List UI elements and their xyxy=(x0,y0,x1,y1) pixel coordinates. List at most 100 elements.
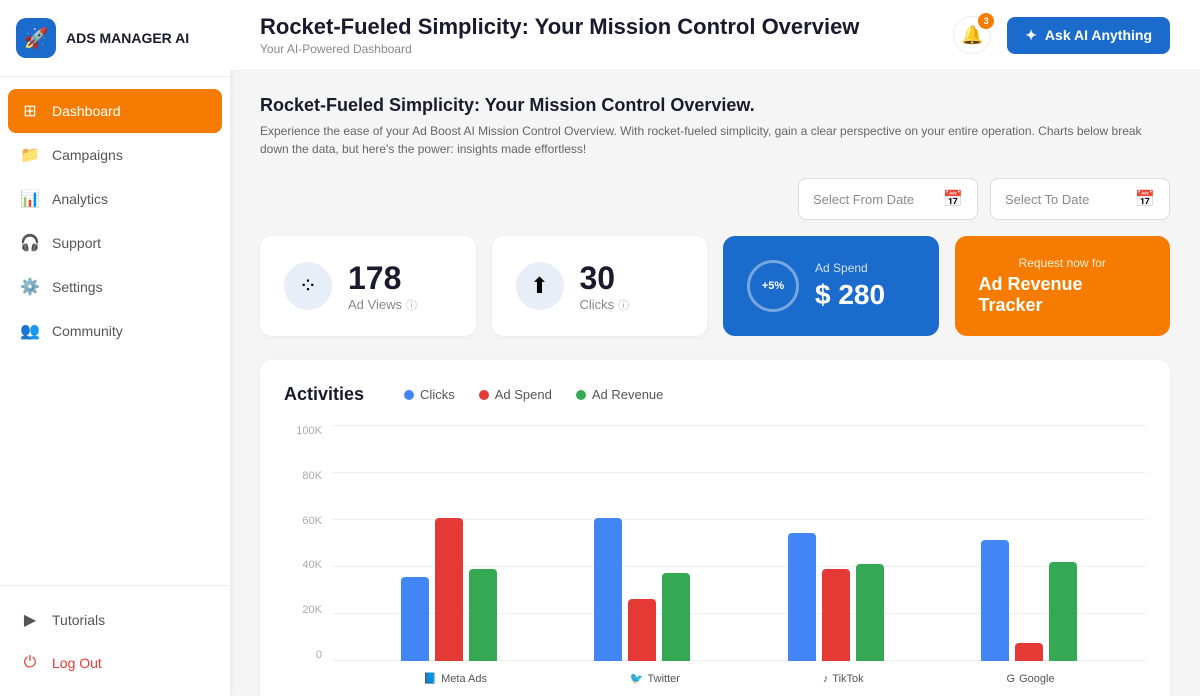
support-icon: 🎧 xyxy=(20,233,40,253)
sidebar-label-analytics: Analytics xyxy=(52,191,108,207)
ad-views-info-icon[interactable]: ⓘ xyxy=(406,297,417,313)
sidebar-item-support[interactable]: 🎧 Support xyxy=(0,221,230,265)
activities-section: Activities Clicks Ad Spend Ad Revenue 10… xyxy=(260,360,1170,696)
logout-icon: ⏻ xyxy=(20,654,40,672)
sidebar: 🚀 ADS MANAGER AI ⊞ Dashboard 📁 Campaigns… xyxy=(0,0,230,696)
ad-revenue-title: Ad Revenue Tracker xyxy=(979,274,1147,316)
ask-ai-button[interactable]: ✦ Ask AI Anything xyxy=(1007,17,1170,54)
legend-dot-clicks xyxy=(404,390,414,400)
chart-y-labels: 100K 80K 60K 40K 20K 0 xyxy=(284,425,328,661)
sidebar-item-analytics[interactable]: 📊 Analytics xyxy=(0,177,230,221)
chart-x-labels: 📘 Meta Ads 🐦 Twitter ♪ TikTok G Google xyxy=(332,668,1146,685)
sidebar-item-campaigns[interactable]: 📁 Campaigns xyxy=(0,133,230,177)
to-date-label: Select To Date xyxy=(1005,192,1089,207)
legend-dot-adspend xyxy=(479,390,489,400)
sidebar-bottom: ▶ Tutorials ⏻ Log Out xyxy=(0,585,230,696)
calendar-icon-from: 📅 xyxy=(943,189,963,209)
date-row: Select From Date 📅 Select To Date 📅 xyxy=(260,178,1170,220)
sidebar-item-tutorials[interactable]: ▶ Tutorials xyxy=(0,598,230,642)
header-right: 🔔 3 ✦ Ask AI Anything xyxy=(953,16,1170,54)
ad-spend-label: Ad Spend xyxy=(815,261,885,275)
bar-clicks-0 xyxy=(401,577,429,661)
clicks-label: Clicks ⓘ xyxy=(580,297,630,313)
bar-adspend-0 xyxy=(435,518,463,661)
notification-button[interactable]: 🔔 3 xyxy=(953,16,991,54)
page-title: Rocket-Fueled Simplicity: Your Mission C… xyxy=(260,95,1170,116)
clicks-data: 30 Clicks ⓘ xyxy=(580,260,630,313)
sidebar-logo: 🚀 ADS MANAGER AI xyxy=(0,0,230,77)
sidebar-item-dashboard[interactable]: ⊞ Dashboard xyxy=(8,89,222,133)
ad-views-data: 178 Ad Views ⓘ xyxy=(348,260,417,313)
calendar-icon-to: 📅 xyxy=(1135,189,1155,209)
ad-views-value: 178 xyxy=(348,260,417,297)
bar-clicks-1 xyxy=(594,518,622,661)
bar-group-tiktok xyxy=(788,533,884,661)
ad-spend-badge: +5% xyxy=(762,280,784,292)
tutorials-icon: ▶ xyxy=(20,610,40,630)
ask-ai-icon: ✦ xyxy=(1025,27,1037,44)
x-label-google: G Google xyxy=(1007,672,1055,685)
ad-revenue-tracker-card[interactable]: Request now for Ad Revenue Tracker xyxy=(955,236,1171,336)
bar-clicks-3 xyxy=(981,540,1009,661)
sidebar-item-community[interactable]: 👥 Community xyxy=(0,309,230,353)
x-label-meta-ads: 📘 Meta Ads xyxy=(423,672,487,685)
bar-group-google xyxy=(981,540,1077,661)
settings-icon: ⚙️ xyxy=(20,277,40,297)
legend-label-adspend: Ad Spend xyxy=(495,387,552,402)
platform-icon-3: G xyxy=(1007,673,1016,685)
ask-ai-label: Ask AI Anything xyxy=(1045,27,1152,43)
sidebar-item-logout[interactable]: ⏻ Log Out xyxy=(0,642,230,684)
logo-icon: 🚀 xyxy=(16,18,56,58)
chart-bars xyxy=(332,425,1146,661)
legend-adrevenue: Ad Revenue xyxy=(576,387,664,402)
sidebar-label-tutorials: Tutorials xyxy=(52,612,105,628)
header-titles: Rocket-Fueled Simplicity: Your Mission C… xyxy=(260,14,859,56)
campaigns-icon: 📁 xyxy=(20,145,40,165)
to-date-picker[interactable]: Select To Date 📅 xyxy=(990,178,1170,220)
sidebar-label-logout: Log Out xyxy=(52,655,102,671)
sidebar-label-community: Community xyxy=(52,323,123,339)
clicks-info-icon[interactable]: ⓘ xyxy=(618,297,629,313)
clicks-card: ⬆ 30 Clicks ⓘ xyxy=(492,236,708,336)
content-area: Rocket-Fueled Simplicity: Your Mission C… xyxy=(230,71,1200,696)
clicks-value: 30 xyxy=(580,260,630,297)
activities-header: Activities Clicks Ad Spend Ad Revenue xyxy=(284,384,1146,405)
ad-spend-circle: +5% xyxy=(747,260,799,312)
ad-views-icon: ⁘ xyxy=(284,262,332,310)
bar-adrevenue-2 xyxy=(856,564,884,661)
bar-group-twitter xyxy=(594,518,690,661)
stats-row: ⁘ 178 Ad Views ⓘ ⬆ 30 Clicks ⓘ xyxy=(260,236,1170,336)
legend-label-adrevenue: Ad Revenue xyxy=(592,387,664,402)
x-label-tiktok: ♪ TikTok xyxy=(823,672,864,685)
bar-adrevenue-0 xyxy=(469,569,497,661)
x-label-twitter: 🐦 Twitter xyxy=(630,672,680,685)
logo-text: ADS MANAGER AI xyxy=(66,30,189,47)
legend-clicks: Clicks xyxy=(404,387,455,402)
platform-icon-1: 🐦 xyxy=(630,672,644,685)
legend-dot-adrevenue xyxy=(576,390,586,400)
sidebar-label-support: Support xyxy=(52,235,101,251)
community-icon: 👥 xyxy=(20,321,40,341)
header-subtitle: Your AI-Powered Dashboard xyxy=(260,42,859,56)
dashboard-icon: ⊞ xyxy=(20,101,40,121)
analytics-icon: 📊 xyxy=(20,189,40,209)
sidebar-label-dashboard: Dashboard xyxy=(52,103,121,119)
notification-badge: 3 xyxy=(978,13,994,29)
sidebar-label-campaigns: Campaigns xyxy=(52,147,123,163)
platform-icon-2: ♪ xyxy=(823,673,829,685)
sidebar-item-settings[interactable]: ⚙️ Settings xyxy=(0,265,230,309)
activities-title: Activities xyxy=(284,384,364,405)
bar-clicks-2 xyxy=(788,533,816,661)
clicks-icon: ⬆ xyxy=(516,262,564,310)
page-description: Experience the ease of your Ad Boost AI … xyxy=(260,122,1170,158)
bar-adrevenue-1 xyxy=(662,573,690,661)
header-title: Rocket-Fueled Simplicity: Your Mission C… xyxy=(260,14,859,40)
main-content: Rocket-Fueled Simplicity: Your Mission C… xyxy=(230,0,1200,696)
bar-group-meta-ads xyxy=(401,518,497,661)
ad-views-card: ⁘ 178 Ad Views ⓘ xyxy=(260,236,476,336)
bar-adspend-1 xyxy=(628,599,656,661)
from-date-picker[interactable]: Select From Date 📅 xyxy=(798,178,978,220)
sidebar-label-settings: Settings xyxy=(52,279,103,295)
chart-grid: 📘 Meta Ads 🐦 Twitter ♪ TikTok G Google xyxy=(332,425,1146,685)
ad-spend-value: $ 280 xyxy=(815,279,885,311)
